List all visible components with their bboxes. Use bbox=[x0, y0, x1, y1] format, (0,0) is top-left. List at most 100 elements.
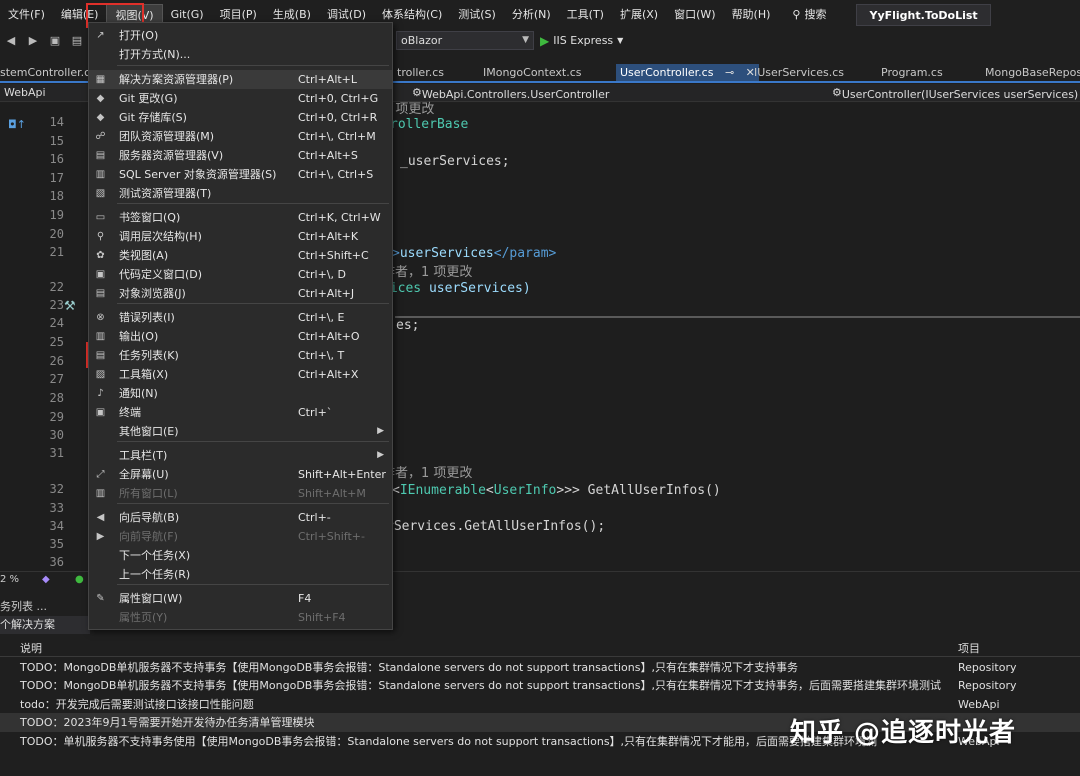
run-target-label: IIS Express bbox=[553, 34, 614, 47]
code-lens-authors[interactable]: 作者，1 项更改 bbox=[382, 261, 472, 280]
menu-item-10[interactable]: ⚲ 调用层次结构(H) Ctrl+Alt+K bbox=[89, 227, 392, 246]
menu-item-5[interactable]: ☍ 团队资源管理器(M) Ctrl+\, Ctrl+M bbox=[89, 127, 392, 146]
wrench-icon: ✎ bbox=[96, 593, 105, 604]
menu-item-label: 下一个任务(X) bbox=[119, 549, 191, 562]
new-item-icon[interactable]: ▣ bbox=[48, 34, 62, 48]
output-icon: ▥ bbox=[95, 331, 106, 342]
tab-program[interactable]: Program.cs bbox=[881, 64, 943, 81]
forward-icon[interactable]: ▶ bbox=[26, 34, 40, 48]
line-number: 21 bbox=[49, 245, 64, 259]
open-folder-icon[interactable]: ▤ bbox=[70, 34, 84, 48]
task-description: TODO：单机服务器不支持事务使用【使用MongoDB事务会报错：Standal… bbox=[20, 735, 878, 748]
toolbox-icon: ▨ bbox=[95, 369, 106, 380]
task-row[interactable]: TODO：MongoDB单机服务器不支持事务【使用MongoDB事务会报错：St… bbox=[0, 658, 1080, 677]
search-icon: ⚲ bbox=[792, 8, 801, 21]
git-repo-icon: ◆ bbox=[96, 112, 105, 123]
menu-item-shortcut: Ctrl+\, Ctrl+S bbox=[298, 168, 374, 181]
menu-tools[interactable]: 工具(T) bbox=[559, 4, 612, 26]
menu-item-label: 错误列表(I) bbox=[119, 311, 175, 324]
pin-icon[interactable]: ⊸ bbox=[725, 66, 734, 79]
task-row[interactable]: TODO：MongoDB单机服务器不支持事务【使用MongoDB事务会报错：St… bbox=[0, 676, 1080, 695]
menu-file[interactable]: 文件(F) bbox=[0, 4, 53, 26]
menu-test[interactable]: 测试(S) bbox=[450, 4, 504, 26]
solution-explorer-icon: ▦ bbox=[95, 74, 106, 85]
menu-item-label: 其他窗口(E) bbox=[119, 425, 179, 438]
menu-item-shortcut: Ctrl+\, T bbox=[298, 349, 345, 362]
menu-item-15[interactable]: ▥ 输出(O) Ctrl+Alt+O bbox=[89, 327, 392, 346]
screwdriver-icon[interactable]: ⚒ bbox=[64, 299, 76, 314]
menu-item-19[interactable]: ▣ 终端 Ctrl+` bbox=[89, 403, 392, 422]
nav-project[interactable]: WebApi bbox=[4, 86, 46, 99]
menu-window[interactable]: 窗口(W) bbox=[666, 4, 723, 26]
back-icon[interactable]: ◀ bbox=[4, 34, 18, 48]
menu-item-0[interactable]: ↗ 打开(O) bbox=[89, 26, 392, 45]
menu-item-14[interactable]: ⊗ 错误列表(I) Ctrl+\, E bbox=[89, 308, 392, 327]
menu-item-6[interactable]: ▤ 服务器资源管理器(V) Ctrl+Alt+S bbox=[89, 146, 392, 165]
menu-item-label: 全屏幕(U) bbox=[119, 468, 169, 481]
menu-item-26[interactable]: 下一个任务(X) bbox=[89, 546, 392, 565]
code-lens-authors-2[interactable]: 作者，1 项更改 bbox=[382, 462, 472, 481]
menu-item-shortcut: Ctrl+Alt+K bbox=[298, 230, 359, 243]
menu-item-2[interactable]: ▦ 解决方案资源管理器(P) Ctrl+Alt+L bbox=[89, 70, 392, 89]
menu-item-12[interactable]: ▣ 代码定义窗口(D) Ctrl+\, D bbox=[89, 265, 392, 284]
line-number: 15 bbox=[49, 134, 64, 148]
object-browser-icon: ▤ bbox=[95, 288, 106, 299]
menu-item-27[interactable]: 上一个任务(R) bbox=[89, 565, 392, 584]
error-list-icon: ⊗ bbox=[96, 312, 105, 323]
play-icon: ▶ bbox=[540, 33, 550, 48]
nav-member[interactable]: ⚙ UserController(IUserServices userServi… bbox=[832, 86, 1078, 101]
search-button[interactable]: ⚲ 搜索 bbox=[784, 4, 834, 26]
zoom-level[interactable]: 2 % bbox=[0, 574, 19, 585]
menu-item-label: 代码定义窗口(D) bbox=[119, 268, 203, 281]
menu-separator bbox=[117, 584, 389, 585]
open-icon: ↗ bbox=[96, 30, 105, 41]
submenu-arrow-icon: ▶ bbox=[377, 426, 384, 436]
menu-item-28[interactable]: ✎ 属性窗口(W) F4 bbox=[89, 589, 392, 608]
task-description: TODO：MongoDB单机服务器不支持事务【使用MongoDB事务会报错：St… bbox=[20, 661, 798, 674]
column-description[interactable]: 说明 bbox=[20, 640, 42, 656]
menu-help[interactable]: 帮助(H) bbox=[724, 4, 779, 26]
menu-item-20[interactable]: 其他窗口(E) ▶ bbox=[89, 422, 392, 441]
menu-analyze[interactable]: 分析(N) bbox=[504, 4, 559, 26]
menu-item-shortcut: Ctrl+K, Ctrl+W bbox=[298, 211, 381, 224]
tab-systemcontroller[interactable]: stemController.cs bbox=[0, 64, 96, 81]
menu-item-11[interactable]: ✿ 类视图(A) Ctrl+Shift+C bbox=[89, 246, 392, 265]
menu-item-task-list[interactable]: ▤ 任务列表(K) Ctrl+\, T bbox=[89, 346, 392, 365]
menu-item-22[interactable]: ⤢ 全屏幕(U) Shift+Alt+Enter bbox=[89, 465, 392, 484]
menu-item-17[interactable]: ▨ 工具箱(X) Ctrl+Alt+X bbox=[89, 365, 392, 384]
project-combo[interactable]: oBlazor ▼ bbox=[396, 31, 534, 50]
line-number: 23 bbox=[49, 298, 64, 312]
column-project[interactable]: 项目 bbox=[958, 640, 980, 656]
menu-extensions[interactable]: 扩展(X) bbox=[612, 4, 666, 26]
tab-usercontroller-label: UserController.cs bbox=[620, 66, 714, 79]
line-number: 24 bbox=[49, 316, 64, 330]
tab-controller[interactable]: troller.cs bbox=[397, 64, 444, 81]
line-number: 26 bbox=[49, 354, 64, 368]
line-number: 28 bbox=[49, 391, 64, 405]
copilot-icon[interactable]: ◆ bbox=[42, 574, 50, 585]
menu-item-21[interactable]: 工具栏(T) ▶ bbox=[89, 446, 392, 465]
menu-item-18[interactable]: ♪ 通知(N) bbox=[89, 384, 392, 403]
menu-item-9[interactable]: ▭ 书签窗口(Q) Ctrl+K, Ctrl+W bbox=[89, 208, 392, 227]
git-changes-icon: ◆ bbox=[96, 93, 105, 104]
scope-dropdown[interactable]: 个解决方案 bbox=[0, 616, 90, 634]
menu-item-4[interactable]: ◆ Git 存储库(S) Ctrl+0, Ctrl+R bbox=[89, 108, 392, 127]
test-explorer-icon: ▧ bbox=[95, 188, 106, 199]
menu-item-1[interactable]: 打开方式(N)... bbox=[89, 45, 392, 64]
panel-title: 务列表 ... bbox=[0, 600, 47, 613]
menu-item-3[interactable]: ◆ Git 更改(G) Ctrl+0, Ctrl+G bbox=[89, 89, 392, 108]
tab-usercontroller[interactable]: UserController.cs ⊸ ✕ bbox=[616, 64, 759, 81]
menu-item-8[interactable]: ▧ 测试资源管理器(T) bbox=[89, 184, 392, 203]
run-button[interactable]: ▶ IIS Express ▼ bbox=[540, 31, 623, 50]
menu-item-label: 打开(O) bbox=[119, 29, 159, 42]
tab-iuserservices[interactable]: IUserServices.cs bbox=[754, 64, 844, 81]
menu-item-7[interactable]: ▥ SQL Server 对象资源管理器(S) Ctrl+\, Ctrl+S bbox=[89, 165, 392, 184]
menu-separator bbox=[117, 503, 389, 504]
code-nav-icon[interactable]: ◘↑ bbox=[8, 118, 26, 131]
menu-item-shortcut: Ctrl+Shift+- bbox=[298, 530, 365, 543]
menu-item-24[interactable]: ◀ 向后导航(B) Ctrl+- bbox=[89, 508, 392, 527]
menu-item-13[interactable]: ▤ 对象浏览器(J) Ctrl+Alt+J bbox=[89, 284, 392, 303]
fullscreen-icon: ⤢ bbox=[96, 469, 105, 480]
tab-mongobaserepos[interactable]: MongoBaseRepos bbox=[985, 64, 1080, 81]
tab-imongocontext[interactable]: IMongoContext.cs bbox=[483, 64, 582, 81]
